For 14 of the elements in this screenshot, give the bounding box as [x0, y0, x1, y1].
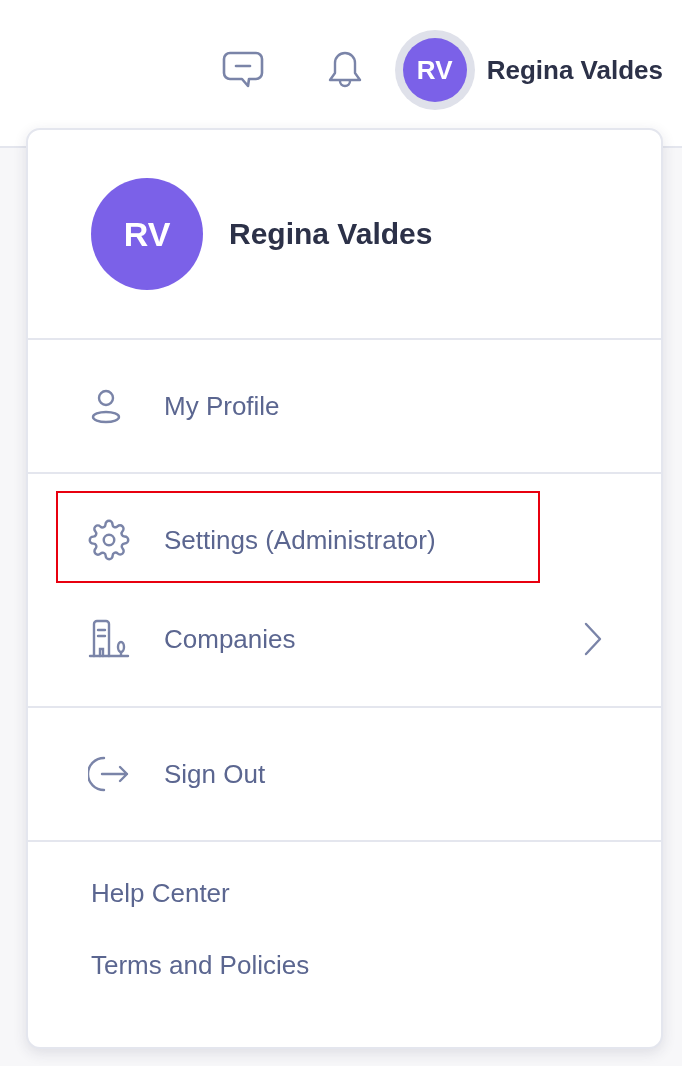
- menu-item[interactable]: Sign Out: [28, 725, 661, 823]
- chat-icon: [221, 51, 264, 89]
- avatar: RV: [402, 38, 467, 102]
- bell-icon: [326, 50, 363, 90]
- building-icon: [88, 618, 130, 660]
- menu-item[interactable]: Companies: [28, 589, 661, 689]
- footer-link[interactable]: Help Center: [91, 880, 230, 906]
- avatar: RV: [91, 178, 203, 290]
- user-name: Regina Valdes: [486, 54, 663, 86]
- gear-icon: [88, 519, 130, 561]
- menu-item[interactable]: My Profile: [28, 357, 661, 455]
- menu-item[interactable]: Settings (Administrator): [28, 491, 661, 589]
- user-name: Regina Valdes: [229, 217, 433, 251]
- footer-link[interactable]: Terms and Policies: [91, 952, 310, 978]
